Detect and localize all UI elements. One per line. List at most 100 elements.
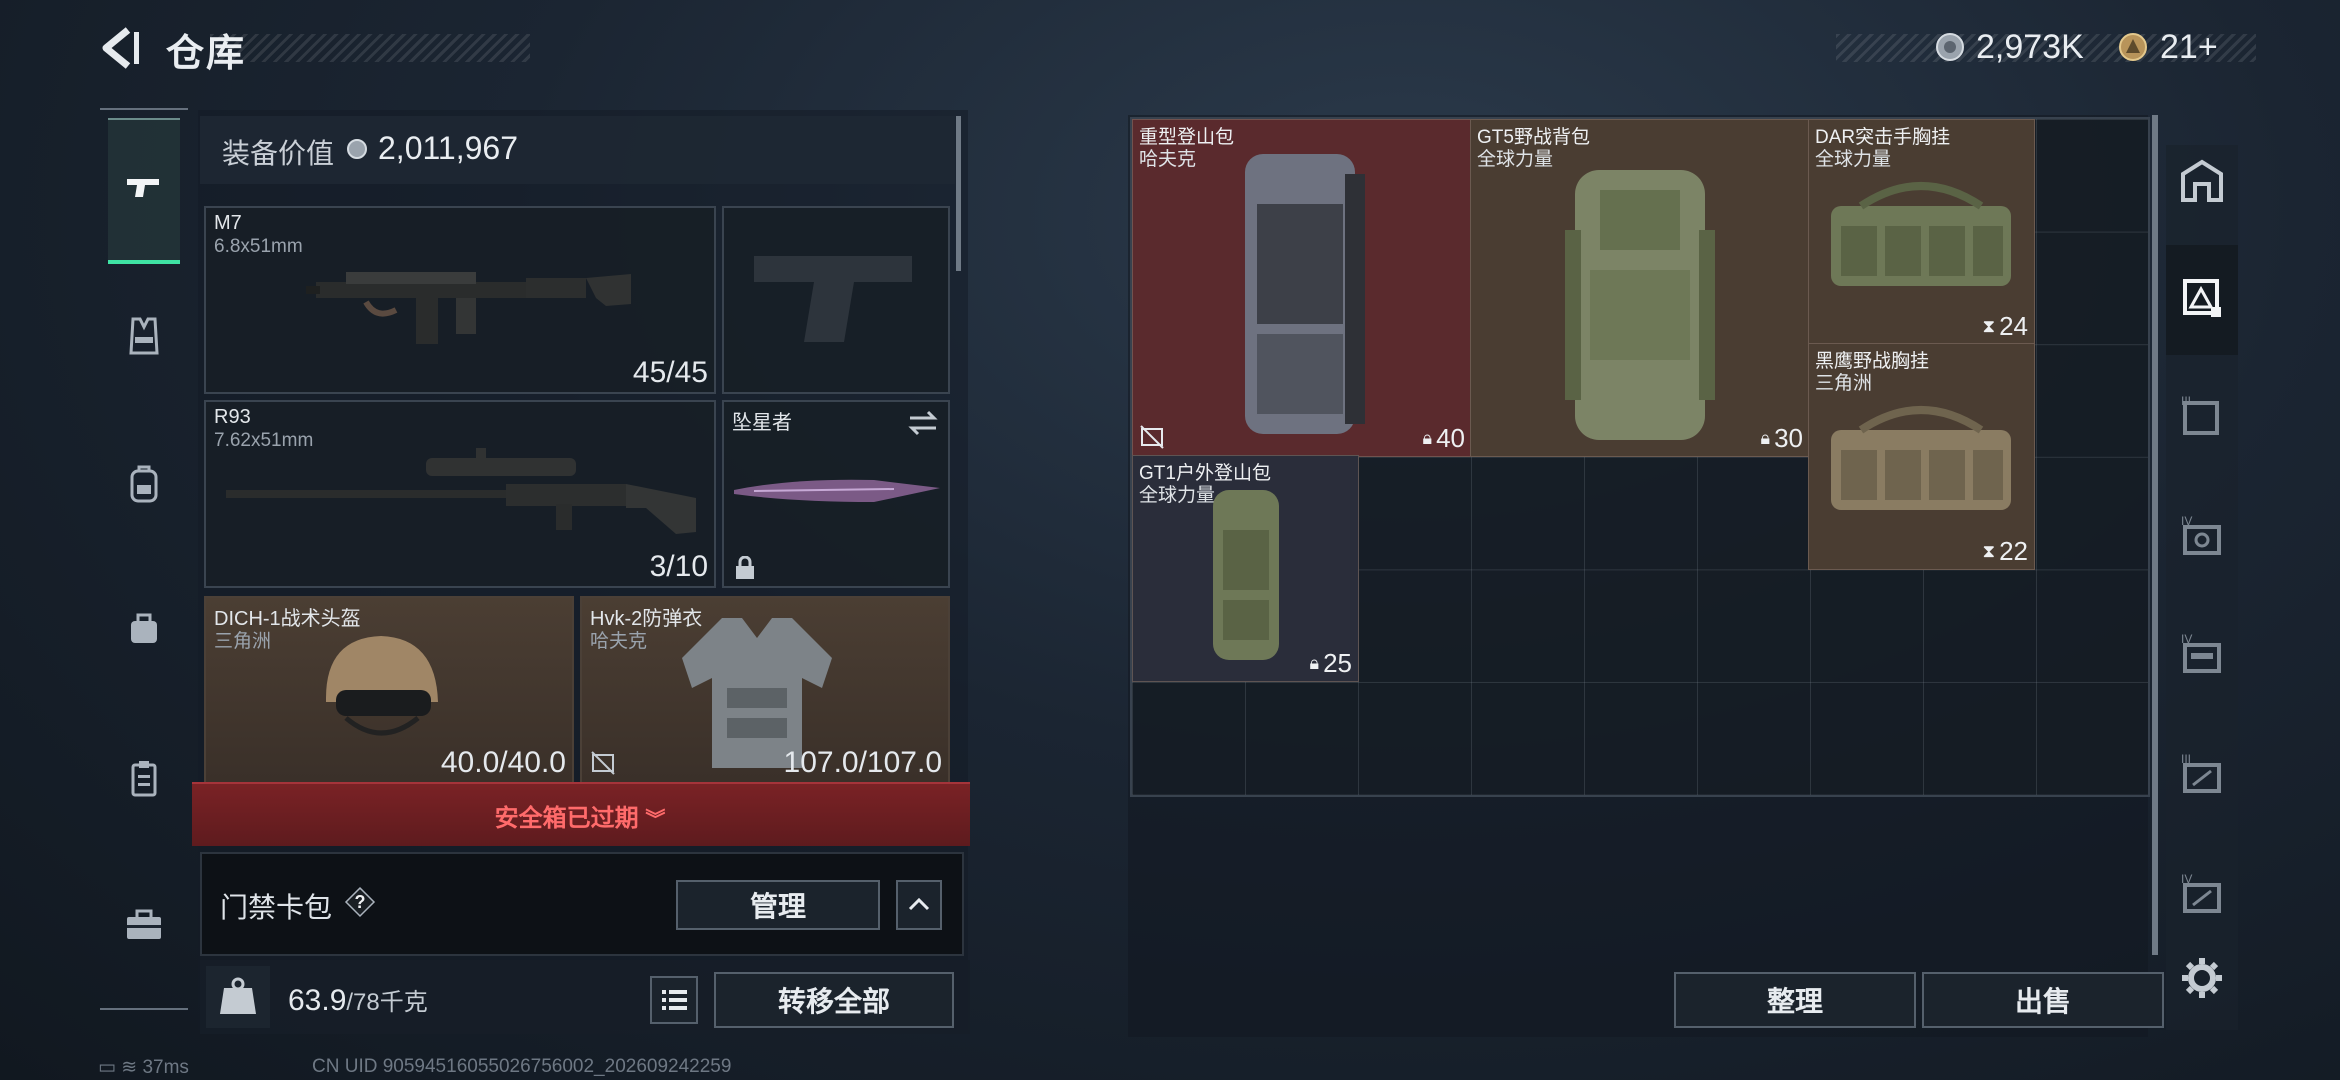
user-uid: CN UID 90594516055026756002_202609242259	[312, 1056, 732, 1077]
storage-tier-3-icon: III	[2181, 394, 2219, 435]
weapon-name: R93	[214, 406, 251, 428]
transfer-all-button[interactable]: 转移全部	[714, 972, 954, 1028]
helmet-faction: 三角洲	[214, 631, 272, 652]
chest-rig-image	[1831, 182, 2011, 286]
pistol-placeholder-icon	[754, 256, 912, 342]
title-decoration	[210, 34, 530, 62]
gold-token-icon	[2119, 33, 2147, 61]
item-capacity: 🔒︎ 30	[1761, 423, 1804, 454]
storage-item[interactable]: GT1户外登山包 全球力量 🔒︎ 25	[1132, 455, 1359, 682]
slot-secondary-weapon[interactable]: R93 7.62x51mm 3/10	[204, 400, 716, 588]
storage-tier-3b-icon: III	[2181, 752, 2221, 793]
battery-icon: ▭	[98, 1057, 116, 1078]
safe-box-status: 安全箱已过期 ︾	[0, 798, 1160, 833]
chest-rig-image	[1831, 406, 2011, 510]
not-tradeable-icon	[1140, 425, 1164, 449]
storage-tab-7[interactable]: IV	[2166, 860, 2238, 932]
storage-item[interactable]: 重型登山包 哈夫克 🔒︎ 40	[1132, 119, 1472, 457]
list-icon	[662, 990, 687, 1010]
storage-tab-5[interactable]: IV	[2166, 620, 2238, 692]
vest-icon	[129, 317, 159, 355]
ping: 37ms	[142, 1057, 189, 1078]
keycard-pack-label: 门禁卡包	[220, 892, 333, 923]
network-status: ▭ ≋ 37ms	[98, 1056, 189, 1079]
storage-tab-3[interactable]: III	[2166, 382, 2238, 454]
chevron-up-icon	[908, 897, 930, 911]
storage-tab-4[interactable]: IV	[2166, 502, 2238, 574]
back-button[interactable]	[98, 26, 142, 70]
clipboard-icon	[131, 761, 157, 797]
manage-button[interactable]: 管理	[676, 880, 880, 930]
storage-item[interactable]: 黑鹰野战胸挂 三角洲 ⧗ 22	[1808, 343, 2035, 570]
rail-item-tools[interactable]	[108, 888, 180, 960]
rail-item-backpack[interactable]	[108, 448, 180, 520]
lock-icon	[736, 556, 754, 579]
carry-weight: 63.9/78千克	[288, 982, 428, 1018]
settings-button[interactable]	[2166, 942, 2238, 1014]
slot-helmet[interactable]: DICH-1战术头盔 三角洲 40.0/40.0	[204, 596, 574, 784]
sell-button[interactable]: 出售	[1922, 972, 2164, 1028]
item-capacity: 🔒︎ 25	[1310, 648, 1353, 679]
capacity-icon: 🔒︎	[1422, 428, 1433, 448]
backpack-image	[1213, 490, 1279, 660]
rail-divider	[100, 108, 188, 110]
svg-text:IV: IV	[2181, 872, 2192, 886]
rail-item-weapons[interactable]	[108, 152, 180, 224]
slot-armor[interactable]: Hvk-2防弹衣 哈夫克 107.0/107.0	[580, 596, 950, 784]
backpack-image	[1245, 154, 1365, 434]
capacity-value: 22	[1999, 536, 2028, 566]
coin-icon	[347, 139, 367, 159]
storage-item[interactable]: GT5野战背包 全球力量 🔒︎ 30	[1470, 119, 1810, 457]
weight-current: 63.9	[288, 984, 347, 1017]
backpack-icon	[130, 465, 158, 503]
settings-icon	[2182, 958, 2222, 998]
capacity-value: 24	[1999, 311, 2028, 341]
storage-tier-4-icon: IV	[2181, 514, 2221, 555]
item-capacity: ⧗ 24	[1982, 311, 2028, 342]
coin-icon	[1936, 33, 1964, 61]
storage-scrollbar[interactable]	[2152, 115, 2158, 955]
capacity-value: 30	[1774, 423, 1803, 453]
weight-lock-button[interactable]	[206, 966, 270, 1028]
rail-item-bag[interactable]	[108, 592, 180, 664]
armor-durability: 107.0/107.0	[783, 746, 942, 779]
storage-tab-1[interactable]	[2166, 262, 2238, 334]
token-balance[interactable]: 21+	[2160, 28, 2218, 67]
slot-melee[interactable]: 坠星者	[722, 400, 950, 588]
bag-icon	[131, 613, 157, 643]
ammo-count: 45/45	[632, 356, 708, 389]
slot-primary-weapon[interactable]: M7 6.8x51mm 45/45	[204, 206, 716, 394]
melee-name: 坠星者	[732, 412, 792, 434]
storage-tab-6[interactable]: III	[2166, 740, 2238, 812]
capacity-icon: 🔒︎	[1760, 428, 1771, 448]
svg-text:III: III	[2181, 394, 2191, 408]
item-brand: 全球力量	[1477, 149, 1554, 170]
helmet-icon	[326, 636, 438, 736]
help-button[interactable]: ?	[344, 886, 376, 918]
collapse-button[interactable]	[896, 880, 942, 930]
item-capacity: ⧗ 22	[1982, 536, 2028, 567]
currency-balance: 2,973K	[1976, 28, 2084, 66]
loadout-scrollbar[interactable]	[956, 116, 961, 271]
storage-tab-home[interactable]	[2166, 145, 2238, 217]
back-arrow-icon	[102, 27, 139, 69]
slot-pistol-empty[interactable]	[722, 206, 950, 394]
swap-icon[interactable]	[906, 410, 940, 436]
storage-item[interactable]: DAR突击手胸挂 全球力量 ⧗ 24	[1808, 119, 2035, 345]
pistol-icon	[127, 179, 159, 197]
capacity-value: 40	[1436, 423, 1465, 453]
chevron-down-icon: ︾	[645, 809, 666, 831]
capacity-icon: 🔒︎	[1309, 653, 1320, 673]
rail-item-vest[interactable]	[108, 300, 180, 372]
capacity-value: 25	[1323, 648, 1352, 678]
list-view-button[interactable]	[650, 976, 698, 1024]
weight-max: /78千克	[346, 989, 428, 1016]
svg-text:IV: IV	[2181, 514, 2192, 528]
helmet-durability: 40.0/40.0	[440, 746, 566, 779]
svg-text:?: ?	[355, 892, 366, 912]
safe-box-status-text: 安全箱已过期	[494, 805, 639, 832]
sort-button[interactable]: 整理	[1674, 972, 1916, 1028]
storage-tier-4b-icon: IV	[2181, 632, 2221, 673]
storage-tier-1-icon	[2183, 279, 2221, 317]
not-tradeable-icon	[591, 751, 615, 775]
